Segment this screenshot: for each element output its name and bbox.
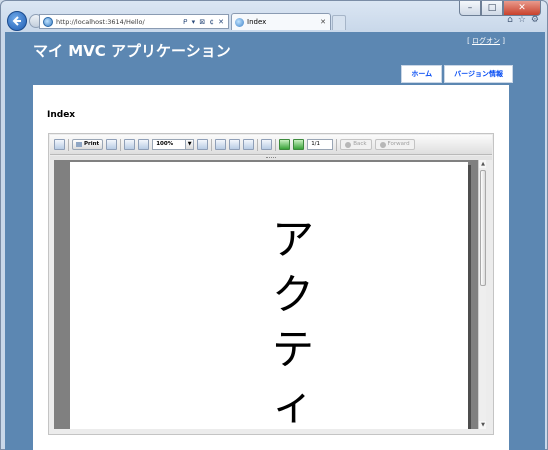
print-button[interactable]: Print [72,139,104,150]
search-icon[interactable] [261,139,273,150]
login-link[interactable]: ログオン [472,37,500,45]
toolbar-separator [211,138,213,151]
toolbar-separator [68,138,69,151]
scroll-thumb[interactable] [480,170,486,286]
toolbar-separator [336,138,338,151]
menu-item-about[interactable]: バージョン情報 [444,65,513,83]
login-bracket-open: [ [467,37,470,45]
home-icon[interactable]: ⌂ [507,15,513,25]
print-label: Print [84,141,100,147]
address-actions[interactable]: ᑭ ▾ ⊠ ¢ ✕ [183,18,228,26]
zoom-in-icon[interactable] [197,139,209,150]
report-vertical-text: アクティ [271,215,314,429]
forward-nav-button[interactable]: Forward [374,139,415,150]
menu-item-home[interactable]: ホーム [401,65,443,83]
maximize-button[interactable]: □ [481,1,503,16]
back-arrow-icon [12,16,21,26]
scroll-down-icon[interactable]: ▼ [479,421,486,429]
copy-icon[interactable] [106,139,118,150]
login-display: [ ログオン ] [467,36,505,46]
minimize-button[interactable]: – [459,1,481,16]
back-label: Back [353,141,367,147]
report-canvas: アクティ ▲ ▼ [54,160,486,429]
main-menu: ホーム バージョン情報 [401,65,513,83]
toolbar-separator [120,138,122,151]
page-icon [43,16,53,27]
report-viewer: Print 100% ▼ 1/1 Back Forward アクティ ▲ ▼ [48,133,494,435]
document-map-icon[interactable] [54,139,65,150]
page-number-input[interactable]: 1/1 [307,139,334,150]
page-heading: Index [47,110,76,120]
next-page-icon[interactable] [293,139,305,150]
back-button[interactable] [7,11,27,31]
site-title: マイ MVC アプリケーション [33,42,231,60]
view-options-icon[interactable] [243,139,255,150]
report-toolbar: Print 100% ▼ 1/1 Back Forward [50,135,492,155]
star-icon[interactable]: ☆ [518,15,526,25]
window-controls: – □ ✕ [459,1,541,16]
back-circle-icon [345,141,352,148]
browser-tab[interactable]: Index ✕ [231,13,331,30]
page-setup-icon[interactable] [124,139,136,150]
report-scrollbar[interactable]: ▲ ▼ [478,160,486,429]
browser-viewport: マイ MVC アプリケーション [ ログオン ] ホーム バージョン情報 Ind… [5,32,545,450]
scroll-up-icon[interactable]: ▲ [479,160,486,168]
browser-toolbar-icons: ⌂ ☆ ⚙ [507,15,539,25]
forward-circle-icon [379,141,386,148]
previous-page-icon[interactable] [279,139,291,150]
export-icon[interactable] [138,139,150,150]
splitter-grip-icon [266,157,276,159]
zoom-dropdown-icon[interactable]: ▼ [186,139,195,150]
main-content: Index Print 100% ▼ 1/1 Back Forward アクティ… [33,85,509,450]
address-bar[interactable]: http://localhost:3614/Hello/ ᑭ ▾ ⊠ ¢ ✕ [39,14,229,29]
url-text[interactable]: http://localhost:3614/Hello/ [56,18,183,26]
gear-icon[interactable]: ⚙ [531,15,539,25]
new-tab-button[interactable] [332,15,346,30]
tab-title: Index [247,18,267,26]
login-bracket-close: ] [502,37,505,45]
close-window-button[interactable]: ✕ [503,1,541,16]
zoom-value[interactable]: 100% [152,139,187,150]
zoom-select[interactable]: 100% ▼ [152,139,195,150]
back-nav-button[interactable]: Back [340,139,372,150]
toolbar-separator [275,138,277,151]
browser-window: – □ ✕ http://localhost:3614/Hello/ ᑭ ▾ ⊠… [0,0,548,450]
toolbar-separator [257,138,259,151]
tab-close-button[interactable]: ✕ [320,18,330,26]
ie-favicon-icon [235,17,244,27]
forward-label: Forward [387,141,410,147]
printer-icon [76,142,82,147]
single-page-icon[interactable] [215,139,227,150]
multi-page-icon[interactable] [229,139,241,150]
report-page: アクティ [70,162,468,429]
